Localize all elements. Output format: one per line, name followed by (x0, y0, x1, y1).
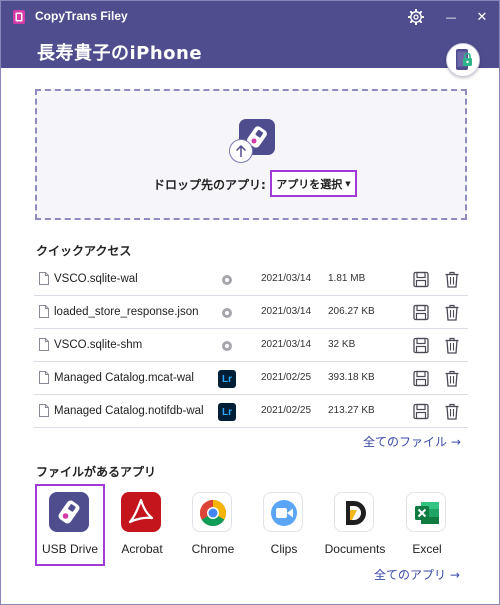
minimize-button[interactable]: — (438, 5, 464, 29)
excel-icon (406, 492, 446, 532)
drop-target-label: ドロップ先のアプリ: (153, 178, 266, 192)
file-name: loaded_store_response.json (54, 306, 199, 318)
file-icon (39, 272, 49, 285)
settings-button[interactable] (403, 5, 429, 29)
app-tile-label: Chrome (191, 542, 235, 556)
minimize-icon: — (445, 10, 457, 24)
file-size: 213.27 KB (328, 405, 375, 416)
table-row[interactable]: VSCO.sqlite-wal 2021/03/14 1.81 MB (34, 263, 468, 296)
app-tile-documents[interactable]: Documents (320, 484, 390, 566)
app-tile-label: USB Drive (41, 542, 98, 556)
quick-access-title: クイックアクセス (36, 244, 132, 258)
app-tile-label: Documents (324, 542, 386, 556)
app-tile-usb-drive[interactable]: USB Drive (35, 484, 105, 566)
close-button[interactable]: ✕ (469, 5, 495, 29)
file-icon (39, 305, 49, 318)
file-name: VSCO.sqlite-wal (54, 273, 138, 285)
title-bar[interactable]: CopyTrans Filey — ✕ (1, 1, 499, 33)
file-size: 1.81 MB (328, 273, 366, 284)
file-name: Managed Catalog.notifdb-wal (54, 405, 204, 417)
file-name: VSCO.sqlite-shm (54, 339, 143, 351)
trash-icon[interactable] (444, 370, 460, 387)
table-row[interactable]: loaded_store_response.json 2021/03/14 206.… (34, 296, 468, 329)
app-tile-clips[interactable]: Clips (249, 484, 319, 566)
quick-access-list: VSCO.sqlite-wal 2021/03/14 1.81 MB loaded_s… (34, 263, 468, 428)
chrome-icon (192, 492, 232, 532)
app-window: CopyTrans Filey — ✕ 長寿貴子のiPhone ドロップ先のアプ… (0, 0, 500, 605)
file-size: 393.18 KB (328, 372, 375, 383)
device-name: 長寿貴子のiPhone (37, 43, 203, 64)
copytrans-logo-icon (13, 10, 25, 24)
app-tile-chrome[interactable]: Chrome (178, 484, 248, 566)
table-row[interactable]: VSCO.sqlite-shm 2021/03/14 32 KB (34, 329, 468, 362)
usb-drive-icon (49, 492, 89, 532)
clips-icon (263, 492, 303, 532)
acrobat-icon (121, 492, 161, 532)
app-source-icon (218, 271, 236, 289)
file-date: 2021/02/25 (261, 405, 312, 416)
file-icon (39, 404, 49, 417)
app-tile-label: Excel (412, 542, 442, 556)
app-tile-label: Acrobat (121, 542, 163, 556)
save-icon[interactable] (413, 337, 429, 354)
file-date: 2021/02/25 (261, 372, 312, 383)
trash-icon[interactable] (444, 304, 460, 321)
all-files-link[interactable]: 全てのファイル → (363, 433, 461, 450)
lightroom-label: Lr (218, 403, 236, 421)
file-date: 2021/03/14 (261, 273, 312, 284)
file-icon (39, 338, 49, 351)
app-select-dropdown[interactable]: アプリを選択 ▼ (270, 170, 357, 197)
iphone-lock-icon (456, 49, 472, 70)
file-date: 2021/03/14 (261, 339, 312, 350)
file-name: Managed Catalog.mcat-wal (54, 372, 194, 384)
file-icon (39, 371, 49, 384)
app-select-value: アプリを選択 (276, 177, 343, 191)
drop-zone[interactable]: ドロップ先のアプリ: アプリを選択 ▼ (35, 89, 467, 220)
app-tile-label: Clips (270, 542, 298, 556)
lightroom-label: Lr (218, 370, 236, 388)
documents-icon (334, 492, 374, 532)
trash-icon[interactable] (444, 337, 460, 354)
trash-icon[interactable] (444, 403, 460, 420)
file-date: 2021/03/14 (261, 306, 312, 317)
file-size: 32 KB (328, 339, 356, 350)
device-badge[interactable] (446, 43, 480, 77)
device-header: 長寿貴子のiPhone (1, 33, 499, 68)
upload-arrow-icon (229, 139, 253, 163)
app-tile-excel[interactable]: Excel (392, 484, 462, 566)
chevron-down-icon: ▼ (345, 179, 351, 188)
lightroom-icon: Lr (218, 403, 236, 421)
app-tile-acrobat[interactable]: Acrobat (107, 484, 177, 566)
save-icon[interactable] (413, 403, 429, 420)
file-size: 206.27 KB (328, 306, 375, 317)
app-source-icon (218, 337, 236, 355)
save-icon[interactable] (413, 271, 429, 288)
app-source-icon (218, 304, 236, 322)
close-icon: ✕ (476, 9, 488, 25)
table-row[interactable]: Managed Catalog.mcat-wal Lr 2021/02/25 393.… (34, 362, 468, 395)
all-apps-link[interactable]: 全てのアプリ → (374, 566, 460, 583)
apps-section-title: ファイルがあるアプリ (36, 465, 157, 479)
lightroom-icon: Lr (218, 370, 236, 388)
app-title: CopyTrans Filey (35, 9, 128, 23)
gear-icon (408, 9, 424, 25)
save-icon[interactable] (413, 304, 429, 321)
trash-icon[interactable] (444, 271, 460, 288)
table-row[interactable]: Managed Catalog.notifdb-wal Lr 2021/02/25 2… (34, 395, 468, 428)
save-icon[interactable] (413, 370, 429, 387)
